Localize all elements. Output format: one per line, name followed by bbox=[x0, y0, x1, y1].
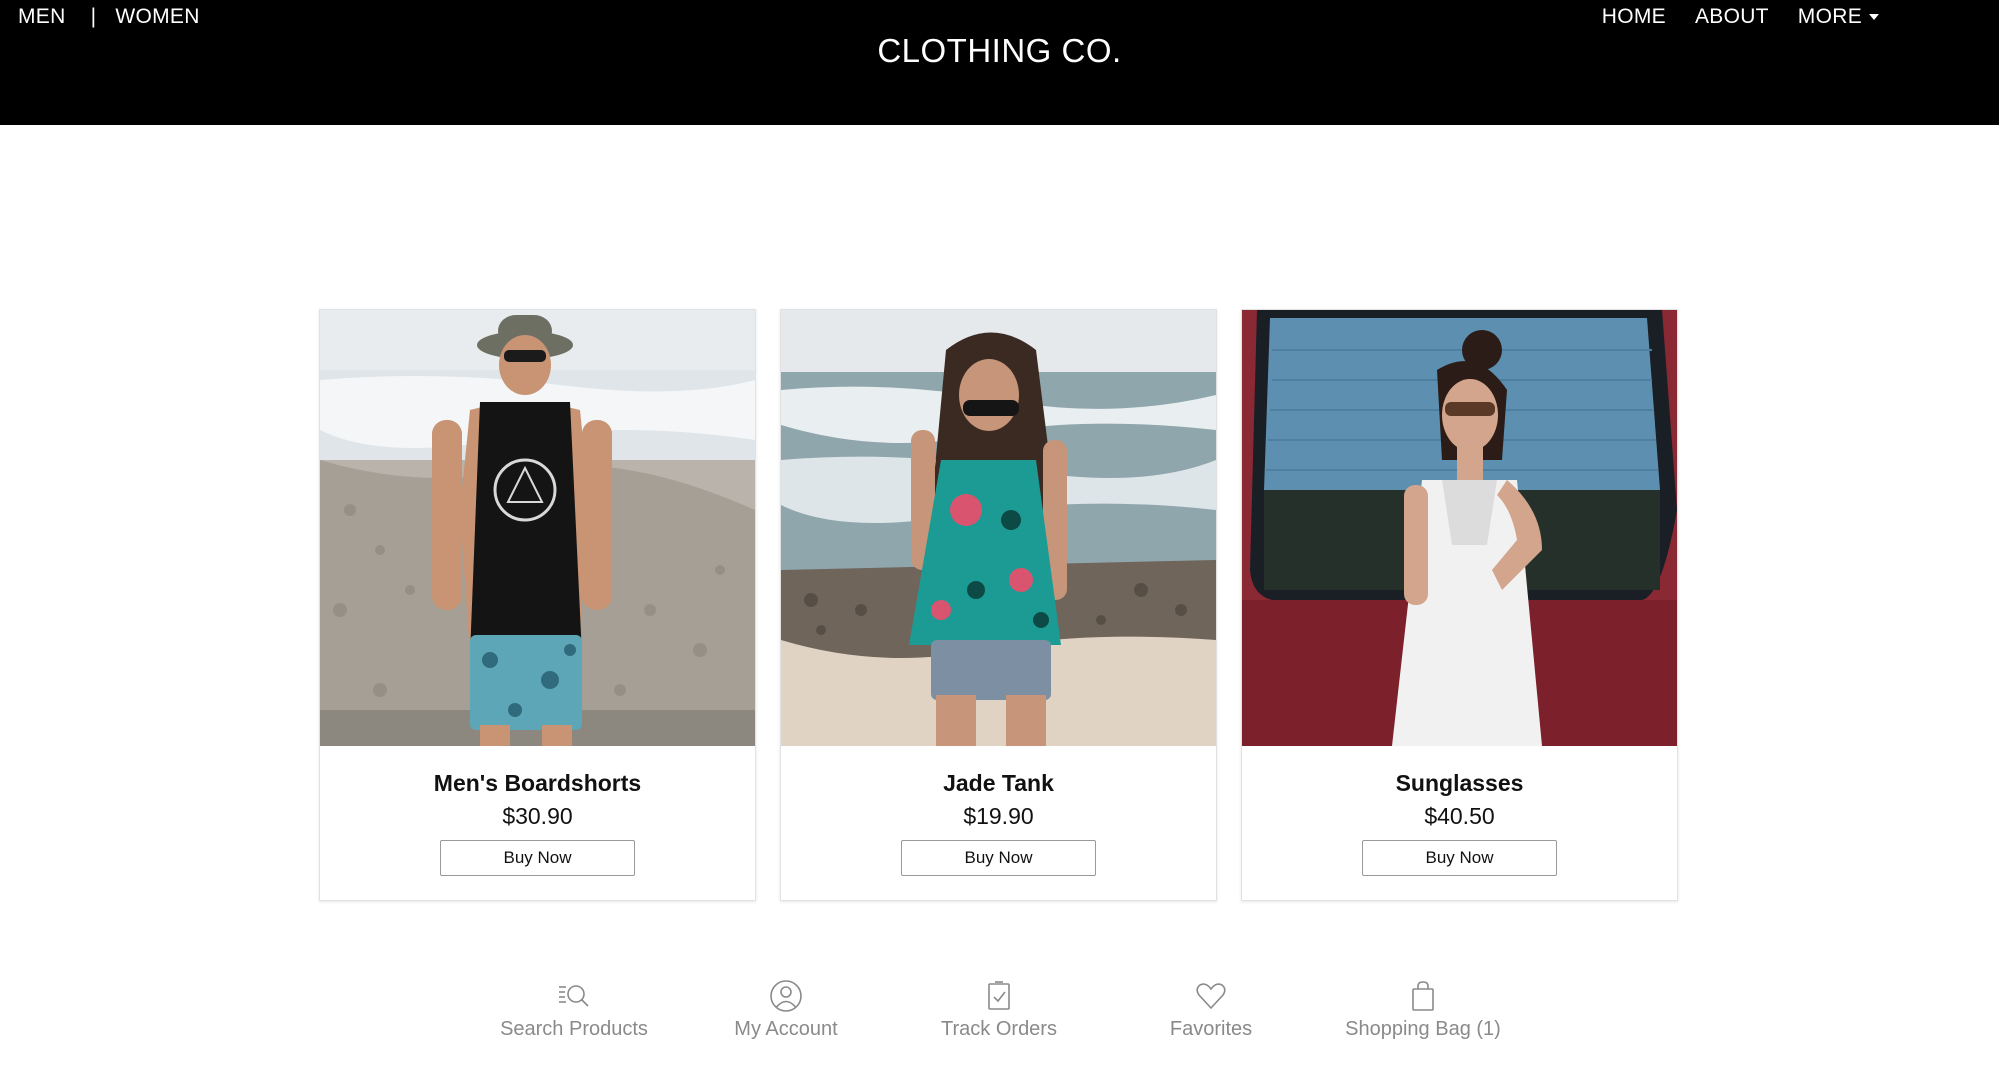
brand-title[interactable]: CLOTHING CO. bbox=[0, 32, 1999, 70]
buy-now-button[interactable]: Buy Now bbox=[1362, 840, 1557, 876]
heart-icon bbox=[1196, 983, 1226, 1010]
product-photo-boardshorts[interactable] bbox=[320, 310, 755, 746]
nav-separator: | bbox=[90, 5, 97, 28]
checklist-icon bbox=[988, 981, 1010, 1010]
nav-about-link[interactable]: ABOUT bbox=[1695, 5, 1769, 29]
search-list-icon bbox=[559, 985, 589, 1007]
buy-now-button[interactable]: Buy Now bbox=[901, 840, 1096, 876]
product-photo-jade-tank[interactable] bbox=[781, 310, 1216, 746]
product-price: $19.90 bbox=[963, 803, 1034, 829]
my-account-label: My Account bbox=[734, 1018, 838, 1040]
track-orders-button[interactable]: Track Orders bbox=[889, 978, 1109, 1041]
favorites-button[interactable]: Favorites bbox=[1101, 978, 1321, 1041]
product-name[interactable]: Sunglasses bbox=[1242, 770, 1677, 797]
product-info: Sunglasses $40.50 Buy Now bbox=[1242, 746, 1677, 876]
product-card: Sunglasses $40.50 Buy Now bbox=[1241, 309, 1678, 901]
product-card: Jade Tank $19.90 Buy Now bbox=[780, 309, 1217, 901]
nav-more-label: MORE bbox=[1797, 5, 1862, 28]
main-nav: HOME ABOUT MORE bbox=[1573, 5, 1879, 29]
product-info: Jade Tank $19.90 Buy Now bbox=[781, 746, 1216, 876]
product-price: $40.50 bbox=[1424, 803, 1495, 829]
product-name[interactable]: Men's Boardshorts bbox=[320, 770, 755, 797]
bottom-nav: Search Products My Account Track Orders … bbox=[0, 978, 1999, 1058]
buy-now-button[interactable]: Buy Now bbox=[440, 840, 635, 876]
shopping-bag-icon bbox=[1412, 981, 1434, 1011]
product-photo-sunglasses[interactable] bbox=[1242, 310, 1677, 746]
gender-nav: MEN | WOMEN bbox=[18, 5, 200, 29]
product-price: $30.90 bbox=[502, 803, 573, 829]
nav-more-dropdown[interactable]: MORE bbox=[1798, 5, 1879, 29]
site-header: MEN | WOMEN CLOTHING CO. HOME ABOUT MORE bbox=[0, 0, 1999, 125]
shopping-bag-button[interactable]: Shopping Bag (1) bbox=[1313, 978, 1533, 1041]
shopping-bag-label: Shopping Bag (1) bbox=[1345, 1018, 1501, 1040]
nav-men-link[interactable]: MEN bbox=[18, 5, 66, 29]
my-account-button[interactable]: My Account bbox=[676, 978, 896, 1041]
product-card: Men's Boardshorts $30.90 Buy Now bbox=[319, 309, 756, 901]
search-products-label: Search Products bbox=[500, 1018, 648, 1040]
track-orders-label: Track Orders bbox=[941, 1018, 1057, 1040]
nav-women-link[interactable]: WOMEN bbox=[115, 5, 199, 29]
product-name[interactable]: Jade Tank bbox=[781, 770, 1216, 797]
product-info: Men's Boardshorts $30.90 Buy Now bbox=[320, 746, 755, 876]
caret-down-icon bbox=[1869, 14, 1879, 21]
search-products-button[interactable]: Search Products bbox=[464, 978, 684, 1041]
product-grid: Men's Boardshorts $30.90 Buy Now Jade Ta… bbox=[319, 309, 1678, 901]
nav-home-link[interactable]: HOME bbox=[1602, 5, 1666, 29]
favorites-label: Favorites bbox=[1169, 1018, 1253, 1040]
user-circle-icon bbox=[770, 980, 802, 1012]
